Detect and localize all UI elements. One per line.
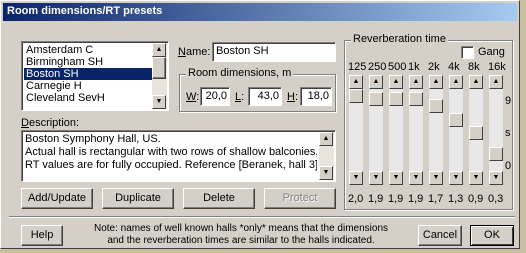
rt-slider-track-4k[interactable] — [449, 89, 463, 171]
rt-slider-thumb-125[interactable] — [349, 89, 363, 103]
hall-list-item[interactable]: Carnegie H — [24, 80, 152, 92]
rt-up-button-1k[interactable]: ▲ — [409, 75, 423, 89]
freq-label-1k: 1k — [408, 61, 420, 73]
rt-down-button-4k[interactable]: ▼ — [449, 171, 463, 185]
width-input[interactable]: 20,0 — [200, 87, 230, 106]
rt-up-button-125[interactable]: ▲ — [349, 75, 363, 89]
title-bar: Room dimensions/RT presets — [3, 3, 517, 21]
hall-list-scrollbar[interactable]: ▲ ▼ — [152, 43, 167, 109]
window-title: Room dimensions/RT presets — [7, 5, 163, 17]
hall-list-item[interactable]: Boston SH — [24, 68, 152, 80]
protect-label: Protect — [282, 192, 318, 204]
note-line-2: and the reverberation times are similar … — [107, 235, 375, 246]
room-dimensions-group: Room dimensions, m W: 20,0 L: 43,0 H: 18… — [179, 67, 336, 112]
rt-slider-thumb-8k[interactable] — [469, 126, 483, 141]
delete-button[interactable]: Delete — [183, 188, 255, 209]
freq-label-125: 125 — [348, 61, 367, 73]
duplicate-button[interactable]: Duplicate — [102, 188, 174, 209]
gang-label: Gang — [478, 46, 505, 58]
note-text: Note: names of well known halls *only* m… — [71, 223, 411, 247]
freq-label-500: 500 — [388, 61, 407, 73]
rt-slider-thumb-16k[interactable] — [489, 146, 503, 161]
height-input[interactable]: 18,0 — [300, 87, 332, 106]
ok-label: OK — [484, 229, 500, 241]
rt-value-8k: 0,9 — [468, 193, 484, 205]
divider — [9, 216, 515, 218]
rt-down-button-500[interactable]: ▼ — [389, 171, 403, 185]
rt-up-button-16k[interactable]: ▲ — [489, 75, 503, 89]
length-label: L: — [235, 91, 245, 103]
cancel-label: Cancel — [422, 229, 458, 241]
rt-slider-thumb-1k[interactable] — [409, 92, 423, 107]
add-update-button[interactable]: Add/Update — [21, 188, 93, 209]
presets-dialog: Room dimensions/RT presets Amsterdam C Bi… — [0, 0, 520, 249]
delete-label: Delete — [203, 192, 235, 204]
cancel-button[interactable]: Cancel — [418, 225, 462, 246]
note-line-1: Note: names of well known halls *only* m… — [93, 223, 389, 234]
rt-value-16k: 0,3 — [488, 193, 504, 205]
help-label: Help — [30, 229, 54, 241]
rt-slider-thumb-4k[interactable] — [449, 112, 463, 127]
height-label: H: — [287, 91, 299, 103]
scale-top-label: 9 — [505, 95, 512, 107]
rt-down-button-8k[interactable]: ▼ — [469, 171, 483, 185]
freq-label-8k: 8k — [468, 61, 480, 73]
duplicate-label: Duplicate — [115, 192, 161, 204]
room-dimensions-label: Room dimensions, m — [186, 67, 294, 79]
freq-label-2k: 2k — [428, 61, 440, 73]
help-button[interactable]: Help — [21, 225, 63, 246]
gang-checkbox[interactable] — [461, 46, 474, 59]
scale-bottom-label: 0 — [505, 160, 512, 172]
height-value: 18,0 — [307, 90, 329, 102]
length-input[interactable]: 43,0 — [248, 87, 282, 106]
description-label: Description: — [21, 117, 80, 129]
rt-value-1k: 1,9 — [408, 193, 424, 205]
scroll-up-button[interactable]: ▲ — [152, 43, 166, 57]
scroll-thumb[interactable] — [152, 57, 166, 79]
freq-label-16k: 16k — [488, 61, 506, 73]
add-update-label: Add/Update — [27, 192, 87, 204]
rt-value-4k: 1,3 — [448, 193, 464, 205]
rt-up-button-250[interactable]: ▲ — [369, 75, 383, 89]
rt-slider-thumb-250[interactable] — [369, 92, 383, 107]
rt-down-button-2k[interactable]: ▼ — [429, 171, 443, 185]
description-textarea[interactable]: Boston Symphony Hall, US. Actual hall is… — [21, 130, 336, 182]
hall-list-item[interactable]: Birmingham SH — [24, 56, 152, 68]
name-input[interactable]: Boston SH — [212, 42, 336, 62]
hall-listbox[interactable]: Amsterdam C Birmingham SH Boston SH Carnegi… — [21, 41, 169, 111]
length-value: 43,0 — [257, 90, 279, 102]
rt-up-button-4k[interactable]: ▲ — [449, 75, 463, 89]
rt-value-125: 2,0 — [348, 193, 364, 205]
description-text: Boston Symphony Hall, US. Actual hall is… — [25, 133, 317, 171]
rt-value-2k: 1,7 — [428, 193, 444, 205]
rt-down-button-250[interactable]: ▼ — [369, 171, 383, 185]
description-scrollbar[interactable]: ▲ ▼ — [319, 132, 334, 180]
rt-value-500: 1,9 — [388, 193, 404, 205]
desc-scroll-down-button[interactable]: ▼ — [319, 166, 333, 180]
reverberation-group: Reverberation time Gang 125 250 500 1k 2k 4k 8… — [344, 33, 513, 210]
name-label: Name: — [178, 46, 211, 58]
rt-up-button-2k[interactable]: ▲ — [429, 75, 443, 89]
rt-down-button-16k[interactable]: ▼ — [489, 171, 503, 185]
freq-label-250: 250 — [368, 61, 387, 73]
protect-button[interactable]: Protect — [264, 188, 336, 209]
hall-list-item[interactable]: Amsterdam C — [24, 44, 152, 56]
desc-scroll-up-button[interactable]: ▲ — [319, 132, 333, 146]
rt-down-button-125[interactable]: ▼ — [349, 171, 363, 185]
rt-value-250: 1,9 — [368, 193, 384, 205]
rt-up-button-8k[interactable]: ▲ — [469, 75, 483, 89]
ok-button[interactable]: OK — [470, 225, 514, 246]
reverberation-label: Reverberation time — [351, 33, 448, 45]
width-label: W: — [186, 91, 200, 103]
freq-label-4k: 4k — [448, 61, 460, 73]
name-value: Boston SH — [216, 45, 269, 57]
rt-slider-thumb-2k[interactable] — [429, 99, 443, 114]
scroll-down-button[interactable]: ▼ — [152, 95, 166, 109]
scale-unit-label: s — [505, 127, 511, 139]
rt-slider-thumb-500[interactable] — [389, 92, 403, 107]
rt-up-button-500[interactable]: ▲ — [389, 75, 403, 89]
hall-list-item[interactable]: Cleveland SevH — [24, 92, 152, 104]
width-value: 20,0 — [205, 90, 227, 102]
rt-down-button-1k[interactable]: ▼ — [409, 171, 423, 185]
